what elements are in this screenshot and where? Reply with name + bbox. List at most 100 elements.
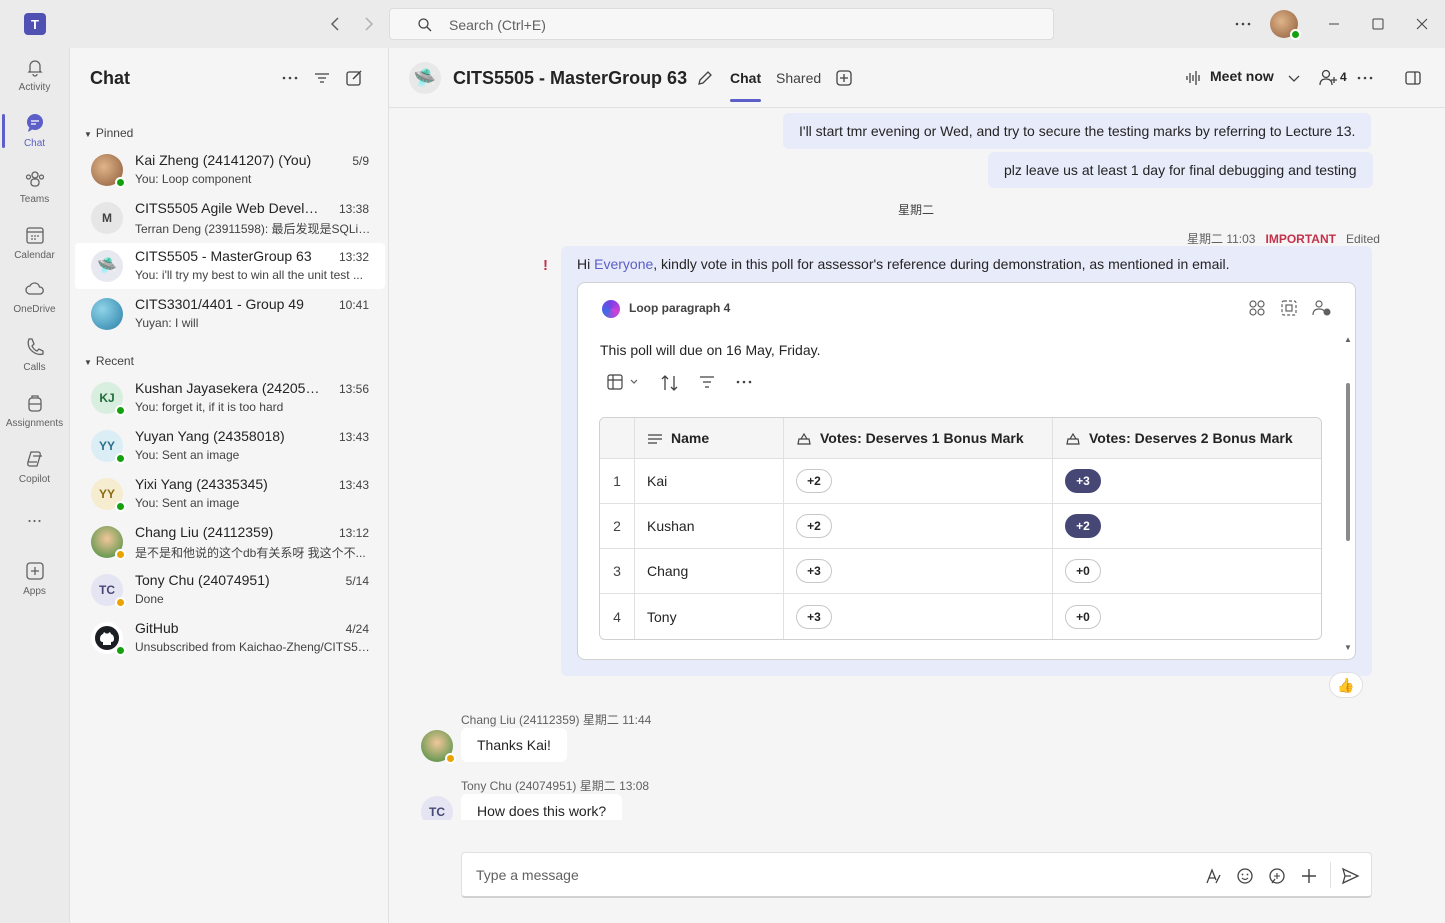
loop-scrollbar[interactable]: ▲ ▼ — [1344, 335, 1352, 653]
message-bubble-other[interactable]: How does this work? — [461, 794, 623, 820]
shared-with-icon[interactable] — [1312, 299, 1332, 317]
chat-item-name: GitHub — [135, 620, 179, 636]
rail-item-calendar[interactable]: Calendar — [0, 216, 69, 270]
tab-chat[interactable]: Chat — [730, 70, 762, 102]
open-in-loop-icon[interactable] — [1280, 299, 1298, 317]
vote-button[interactable]: +3 — [796, 559, 832, 583]
name-cell[interactable]: Chang — [635, 549, 784, 594]
chevron-down-icon[interactable] — [1284, 68, 1304, 88]
chat-list-title: Chat — [90, 68, 130, 88]
more-options-icon[interactable] — [1355, 68, 1375, 88]
chat-item-yuyan[interactable]: YY Yuyan Yang (24358018) 13:43 You: Sent… — [75, 423, 385, 469]
add-icon[interactable] — [1299, 866, 1319, 886]
chat-item-preview: Yuyan: I will — [135, 316, 199, 330]
close-icon[interactable] — [1412, 14, 1432, 34]
chat-item-yixi[interactable]: YY Yixi Yang (24335345) 13:43 You: Sent … — [75, 471, 385, 517]
chat-item-time: 13:12 — [338, 526, 369, 540]
mention-everyone[interactable]: Everyone — [594, 256, 653, 272]
emoji-icon[interactable] — [1235, 866, 1255, 886]
sort-icon[interactable] — [660, 374, 680, 392]
message-bubble-self[interactable]: I'll start tmr evening or Wed, and try t… — [783, 113, 1372, 149]
chat-item-github[interactable]: GitHub 4/24 Unsubscribed from Kaichao-Zh… — [75, 615, 385, 661]
add-tab-icon[interactable] — [834, 68, 854, 88]
vote-button-selected[interactable]: +3 — [1065, 469, 1101, 493]
avatar-initials: YY — [98, 487, 115, 501]
column-header-votes-1[interactable]: Votes: Deserves 1 Bonus Mark — [784, 418, 1053, 459]
column-header-votes-2[interactable]: Votes: Deserves 2 Bonus Mark — [1053, 418, 1321, 459]
chat-item-group-49[interactable]: CITS3301/4401 - Group 49 10:41 Yuyan: I … — [75, 291, 385, 337]
participants-icon[interactable] — [1318, 68, 1340, 88]
search-input[interactable]: Search (Ctrl+E) — [389, 8, 1054, 40]
recent-section-header[interactable]: ▼ Recent — [84, 354, 134, 368]
new-chat-icon[interactable] — [344, 68, 364, 88]
tab-shared[interactable]: Shared — [776, 70, 821, 86]
maximize-icon[interactable] — [1368, 14, 1388, 34]
vote-button-selected[interactable]: +2 — [1065, 514, 1101, 538]
loop-title[interactable]: Loop paragraph 4 — [629, 301, 730, 315]
copy-component-icon[interactable] — [1248, 299, 1266, 317]
table-view-icon[interactable] — [607, 374, 641, 390]
important-badge: IMPORTANT — [1265, 232, 1336, 246]
chat-item-agile-web-dev[interactable]: M CITS5505 Agile Web Development 13:38 T… — [75, 195, 385, 241]
scroll-up-icon[interactable]: ▲ — [1344, 335, 1352, 344]
meet-now-button[interactable]: Meet now — [1210, 68, 1274, 84]
chat-item-kushan[interactable]: KJ Kushan Jayasekera (24205163) 13:56 Yo… — [75, 375, 385, 421]
more-apps-button[interactable]: ... — [0, 504, 69, 534]
name-cell[interactable]: Kai — [635, 459, 784, 504]
rail-item-copilot[interactable]: Copilot — [0, 440, 69, 494]
message-composer[interactable]: Type a message — [461, 852, 1372, 898]
message-bubble-self-poll[interactable]: Hi Everyone, kindly vote in this poll fo… — [561, 246, 1372, 676]
message-bubble-self[interactable]: plz leave us at least 1 day for final de… — [988, 152, 1373, 188]
chat-item-time: 13:56 — [338, 382, 369, 396]
avatar-initials: KJ — [99, 391, 115, 405]
rail-item-teams[interactable]: Teams — [0, 160, 69, 214]
chat-item-tony-chu[interactable]: TC Tony Chu (24074951) 5/14 Done — [75, 567, 385, 613]
more-options-icon[interactable] — [280, 68, 300, 88]
back-arrow-icon[interactable] — [326, 14, 346, 34]
rail-item-calls[interactable]: Calls — [0, 328, 69, 382]
scroll-down-icon[interactable]: ▼ — [1344, 643, 1352, 652]
vote-button[interactable]: +2 — [796, 514, 832, 538]
forward-arrow-icon[interactable] — [358, 14, 378, 34]
rail-label: Calendar — [14, 250, 55, 261]
chat-item-chang-liu[interactable]: Chang Liu (24112359) 13:12 是不是和他说的这个db有关… — [75, 519, 385, 565]
filter-icon[interactable] — [312, 68, 332, 88]
message-bubble-other[interactable]: Thanks Kai! — [461, 728, 567, 762]
chat-item-kai-zheng[interactable]: Kai Zheng (24141207) (You) 5/9 You: Loop… — [75, 147, 385, 193]
rail-label: Apps — [23, 586, 46, 597]
name-cell[interactable]: Tony — [635, 594, 784, 639]
avatar[interactable]: TC — [421, 796, 453, 820]
thumbs-up-reaction[interactable]: 👍 — [1329, 672, 1363, 698]
chat-item-preview: You: Loop component — [135, 172, 252, 186]
column-header-name[interactable]: Name — [635, 418, 784, 459]
avatar — [91, 526, 126, 560]
rail-item-chat[interactable]: Chat — [0, 104, 69, 158]
chat-item-name: Yixi Yang (24335345) — [135, 476, 268, 492]
pinned-section-header[interactable]: ▼ Pinned — [84, 126, 133, 140]
vote-button[interactable]: +0 — [1065, 604, 1101, 629]
chat-item-name: CITS5505 - MasterGroup 63 — [135, 248, 312, 264]
filter-icon[interactable] — [698, 374, 716, 390]
vote-button[interactable]: +2 — [796, 469, 832, 493]
name-cell[interactable]: Kushan — [635, 504, 784, 549]
rail-item-apps[interactable]: Apps — [0, 552, 69, 606]
vote-button[interactable]: +0 — [1065, 559, 1101, 583]
avatar: KJ — [91, 382, 126, 416]
profile-avatar[interactable] — [1270, 10, 1301, 40]
row-number: 1 — [600, 459, 635, 504]
more-options-icon[interactable] — [1233, 14, 1253, 34]
more-options-icon[interactable] — [735, 374, 753, 390]
format-icon[interactable] — [1203, 866, 1223, 886]
rail-item-onedrive[interactable]: OneDrive — [0, 270, 69, 324]
rail-item-activity[interactable]: Activity — [0, 48, 69, 102]
send-icon[interactable] — [1340, 866, 1360, 886]
loop-compose-icon[interactable] — [1267, 866, 1287, 886]
vote-button[interactable]: +3 — [796, 604, 832, 629]
rail-item-assignments[interactable]: Assignments — [0, 384, 69, 438]
minimize-icon[interactable] — [1324, 14, 1344, 34]
avatar[interactable] — [421, 730, 456, 764]
chat-item-mastergroup-63[interactable]: 🛸 CITS5505 - MasterGroup 63 13:32 You: i… — [75, 243, 385, 289]
side-panel-icon[interactable] — [1403, 68, 1423, 88]
scrollbar-thumb[interactable] — [1346, 383, 1350, 541]
edit-name-icon[interactable] — [695, 68, 715, 88]
